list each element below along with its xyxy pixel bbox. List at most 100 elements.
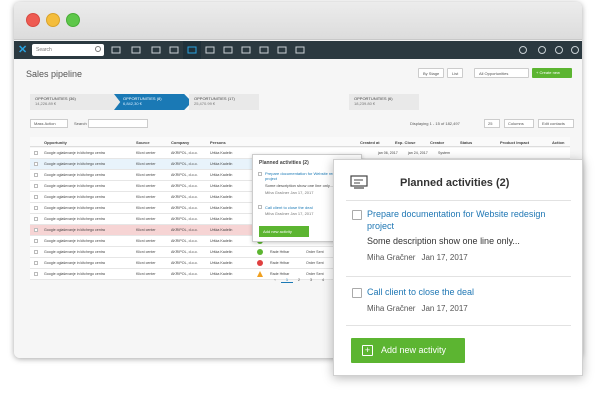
person-cell[interactable]: Urška Kadelin	[210, 162, 232, 166]
company-icon[interactable]	[169, 45, 179, 55]
column-header[interactable]: Source	[136, 140, 150, 145]
calendar-icon[interactable]	[205, 45, 215, 55]
column-header[interactable]: Status	[460, 140, 472, 145]
bell-icon[interactable]	[537, 45, 547, 55]
task-checkbox[interactable]	[352, 210, 362, 220]
pipeline-icon[interactable]	[183, 41, 201, 59]
create-new-button[interactable]: + Create new	[532, 68, 572, 78]
person-cell[interactable]: Urška Kadelin	[210, 261, 232, 265]
mini-task-title[interactable]: Call client to close the deal	[265, 205, 313, 210]
mass-action-select[interactable]: Mass Action	[30, 119, 68, 128]
task-title-link[interactable]: Prepare documentation for Website redesi…	[367, 208, 567, 232]
list-view-button[interactable]: List	[447, 68, 464, 78]
company-cell[interactable]: AKRIPOL, d.o.o.	[171, 217, 198, 221]
opportunity-cell[interactable]: Google oglaševanje in kitchego centra	[44, 228, 105, 232]
row-checkbox[interactable]	[34, 272, 38, 276]
row-checkbox[interactable]	[34, 184, 38, 188]
person-cell[interactable]: Urška Kadelin	[210, 184, 232, 188]
mini-task-checkbox[interactable]	[258, 172, 262, 176]
column-header[interactable]: Persons	[210, 140, 226, 145]
task-title-link[interactable]: Call client to close the deal	[367, 286, 567, 298]
minimize-window-button[interactable]	[46, 13, 60, 27]
pipeline-stage-4[interactable]: OPPORTUNITIES (6) 18,239.80 €	[349, 94, 419, 110]
opportunity-cell[interactable]: Google oglaševanje in kitchego centra	[44, 173, 105, 177]
person-cell[interactable]: Urška Kadelin	[210, 151, 232, 155]
column-header[interactable]: Creator	[430, 140, 444, 145]
all-opportunities-select[interactable]: All Opportunities	[474, 68, 529, 78]
close-window-button[interactable]	[26, 13, 40, 27]
row-checkbox[interactable]	[34, 173, 38, 177]
add-new-activity-button[interactable]: + Add new activity	[351, 338, 465, 363]
person-cell[interactable]: Urška Kadelin	[210, 239, 232, 243]
page-number[interactable]: 4	[317, 277, 329, 282]
mini-add-activity-button[interactable]: Add new activity	[259, 226, 309, 237]
person-cell[interactable]: Urška Kadelin	[210, 173, 232, 177]
help-icon[interactable]	[554, 45, 564, 55]
row-checkbox[interactable]	[34, 217, 38, 221]
global-search-input[interactable]: Search	[32, 44, 104, 56]
mini-task-checkbox[interactable]	[258, 205, 262, 209]
opportunity-cell[interactable]: Google oglaševanje in kitchego centra	[44, 162, 105, 166]
person-cell[interactable]: Urška Kadelin	[210, 250, 232, 254]
pipeline-stage-3[interactable]: OPPORTUNITIES (17) 25,470.99 €	[189, 94, 259, 110]
company-cell[interactable]: AKRIPOL, d.o.o.	[171, 261, 198, 265]
settings-icon[interactable]	[295, 45, 305, 55]
company-cell[interactable]: AKRIPOL, d.o.o.	[171, 173, 198, 177]
company-cell[interactable]: AKRIPOL, d.o.o.	[171, 184, 198, 188]
company-cell[interactable]: AKRIPOL, d.o.o.	[171, 250, 198, 254]
column-header[interactable]: Opportunity	[44, 140, 67, 145]
by-stage-button[interactable]: By Stage	[418, 68, 445, 78]
page-number[interactable]: 2	[293, 277, 305, 282]
company-cell[interactable]: AKRIPOL, d.o.o.	[171, 272, 198, 276]
opportunity-cell[interactable]: Google oglaševanje in kitchego centra	[44, 261, 105, 265]
row-checkbox[interactable]	[34, 261, 38, 265]
table-search-input[interactable]	[88, 119, 148, 128]
column-header[interactable]: Company	[171, 140, 189, 145]
company-cell[interactable]: AKRIPOL, d.o.o.	[171, 195, 198, 199]
company-cell[interactable]: AKRIPOL, d.o.o.	[171, 151, 198, 155]
opportunity-cell[interactable]: Google oglaševanje in kitchego centra	[44, 184, 105, 188]
opportunity-cell[interactable]: Google oglaševanje in kitchego centra	[44, 272, 105, 276]
clock-icon[interactable]	[518, 45, 528, 55]
person-cell[interactable]: Urška Kadelin	[210, 228, 232, 232]
building-icon[interactable]	[151, 45, 161, 55]
task-checkbox[interactable]	[352, 288, 362, 298]
box-icon[interactable]	[259, 45, 269, 55]
chat-icon[interactable]	[111, 45, 121, 55]
pipeline-stage-1[interactable]: OPPORTUNITIES (36) 14,226.89 €	[30, 94, 120, 110]
person-cell[interactable]: Urška Kadelin	[210, 272, 232, 276]
prev-page-button[interactable]: ‹	[269, 277, 281, 282]
row-checkbox[interactable]	[34, 239, 38, 243]
row-checkbox[interactable]	[34, 151, 38, 155]
per-page-select[interactable]: 25	[484, 119, 500, 128]
person-cell[interactable]: Urška Kadelin	[210, 195, 232, 199]
columns-button[interactable]: Columns	[504, 119, 534, 128]
maximize-window-button[interactable]	[66, 13, 80, 27]
edit-contacts-button[interactable]: Edit contacts	[538, 119, 574, 128]
invoice-icon[interactable]	[241, 45, 251, 55]
company-cell[interactable]: AKRIPOL, d.o.o.	[171, 206, 198, 210]
person-cell[interactable]: Urška Kadelin	[210, 206, 232, 210]
briefcase-icon[interactable]	[131, 45, 141, 55]
opportunity-cell[interactable]: Google oglaševanje in kitchego centra	[44, 217, 105, 221]
company-cell[interactable]: AKRIPOL, d.o.o.	[171, 228, 198, 232]
stats-icon[interactable]	[277, 45, 287, 55]
app-logo[interactable]: ✕	[18, 44, 30, 56]
user-avatar[interactable]	[570, 45, 580, 55]
opportunity-cell[interactable]: Google oglaševanje in kitchego centra	[44, 195, 105, 199]
column-header[interactable]: Created at	[360, 140, 380, 145]
pipeline-stage-2[interactable]: OPPORTUNITIES (8) 6,842,30 €	[114, 94, 192, 110]
document-icon[interactable]	[223, 45, 233, 55]
column-header[interactable]: Product Impact	[500, 140, 529, 145]
opportunity-cell[interactable]: Google oglaševanje in kitchego centra	[44, 239, 105, 243]
row-checkbox[interactable]	[34, 228, 38, 232]
page-number[interactable]: 3	[305, 277, 317, 282]
row-checkbox[interactable]	[34, 162, 38, 166]
company-cell[interactable]: AKRIPOL, d.o.o.	[171, 162, 198, 166]
row-checkbox[interactable]	[34, 195, 38, 199]
column-header[interactable]: Exp. Close	[395, 140, 415, 145]
column-header[interactable]: Action	[552, 140, 564, 145]
person-cell[interactable]: Urška Kadelin	[210, 217, 232, 221]
row-checkbox[interactable]	[34, 250, 38, 254]
row-checkbox[interactable]	[34, 206, 38, 210]
